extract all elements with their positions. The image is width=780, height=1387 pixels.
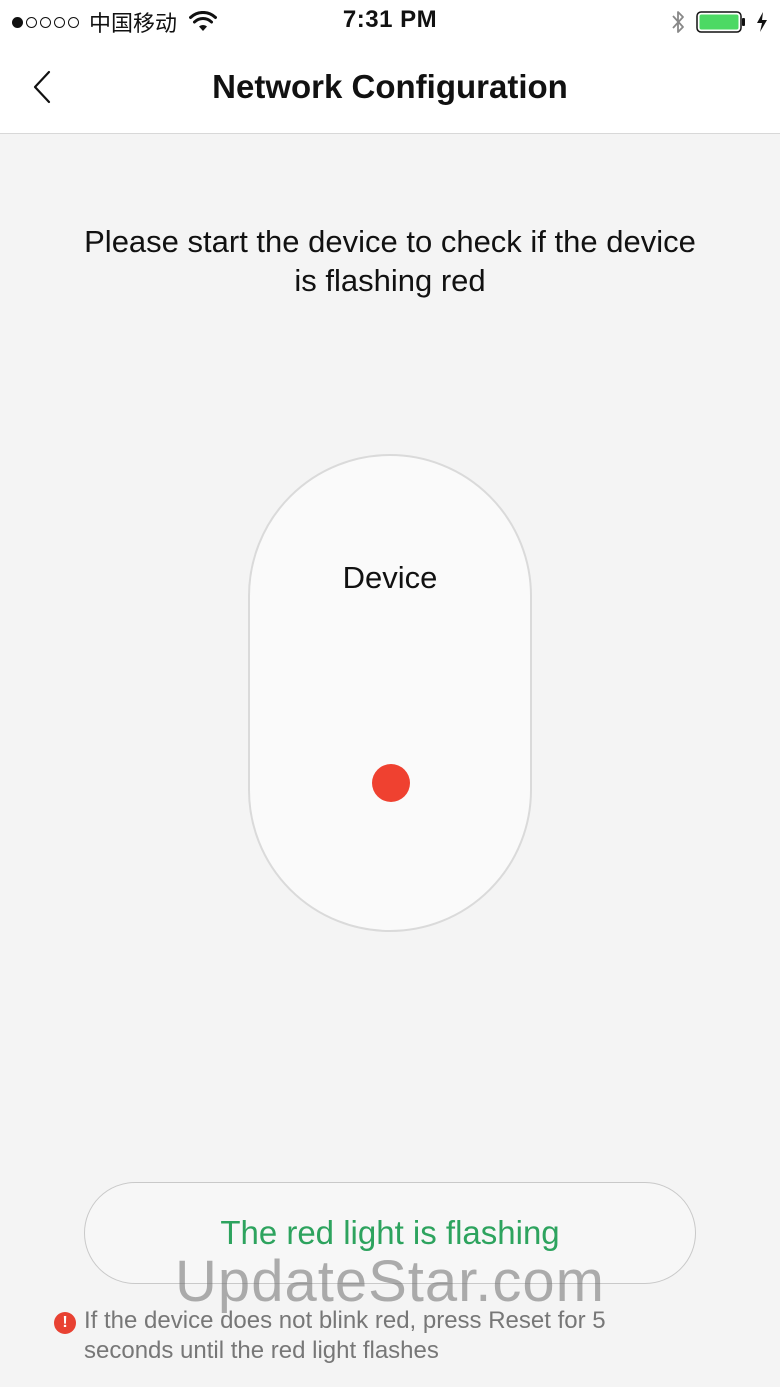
- warning-icon: !: [54, 1312, 76, 1334]
- red-light-indicator: [372, 764, 410, 802]
- device-label: Device: [342, 560, 438, 595]
- battery-icon: [696, 11, 745, 33]
- page-title: Network Configuration: [212, 68, 568, 105]
- charging-icon: [757, 12, 767, 32]
- nav-bar: Network Configuration: [0, 44, 780, 134]
- bluetooth-icon: [672, 11, 684, 33]
- status-time: 7:31 PM: [342, 6, 438, 33]
- instruction-text: Please start the device to check if the …: [84, 224, 696, 298]
- hint-text: If the device does not blink red, press …: [84, 1307, 606, 1364]
- confirm-button-label: The red light is flashing: [220, 1214, 560, 1251]
- status-right: [670, 8, 768, 36]
- device-illustration: Device: [248, 454, 532, 932]
- red-light-flashing-button[interactable]: The red light is flashing: [84, 1182, 696, 1284]
- status-bar: 中国移动 7:31 PM: [0, 0, 780, 44]
